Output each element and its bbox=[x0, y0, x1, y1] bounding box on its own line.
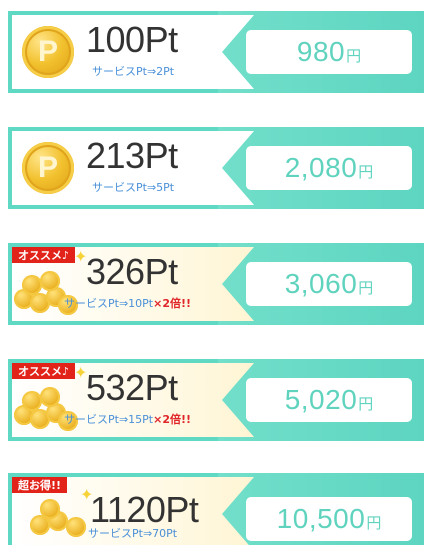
point-coin-icon: P bbox=[22, 26, 74, 78]
service-points-text: サービスPt⇒5Pt bbox=[92, 181, 175, 194]
price-value: 2,080 bbox=[284, 152, 358, 183]
currency-unit: 円 bbox=[358, 162, 374, 181]
price-value: 10,500 bbox=[276, 503, 366, 534]
service-points-text: サービスPt⇒2Pt bbox=[92, 65, 175, 78]
point-package-532[interactable]: オススメ♪ ✦ 532Pt サービスPt⇒15Pt×2倍!! 5,020 円 bbox=[8, 359, 424, 441]
recommend-badge: オススメ♪ bbox=[12, 247, 76, 263]
price-button[interactable]: 3,060 円 bbox=[246, 262, 412, 306]
price-value: 5,020 bbox=[284, 384, 358, 415]
coin-pile-icon bbox=[12, 491, 86, 543]
recommend-badge: オススメ♪ bbox=[12, 363, 76, 379]
points-amount: 213Pt bbox=[86, 135, 178, 176]
currency-unit: 円 bbox=[358, 278, 374, 297]
price-button[interactable]: 980 円 bbox=[246, 30, 412, 74]
points-amount: 100Pt bbox=[86, 19, 178, 60]
price-button[interactable]: 5,020 円 bbox=[246, 378, 412, 422]
service-points-text: サービスPt⇒10Pt×2倍!! bbox=[64, 297, 192, 310]
point-package-100[interactable]: P 100Pt サービスPt⇒2Pt 980 円 bbox=[8, 11, 424, 93]
price-button[interactable]: 2,080 円 bbox=[246, 146, 412, 190]
point-coin-icon: P bbox=[22, 142, 74, 194]
price-button[interactable]: 10,500 円 bbox=[246, 497, 412, 541]
points-amount: 532Pt bbox=[86, 367, 178, 408]
price-value: 980 bbox=[296, 36, 346, 67]
points-amount: 326Pt bbox=[86, 251, 178, 292]
service-points-text: サービスPt⇒15Pt×2倍!! bbox=[64, 413, 192, 426]
currency-unit: 円 bbox=[358, 394, 374, 413]
point-package-326[interactable]: オススメ♪ ✦ 326Pt サービスPt⇒10Pt×2倍!! 3,060 円 bbox=[8, 243, 424, 325]
point-package-213[interactable]: P 213Pt サービスPt⇒5Pt 2,080 円 bbox=[8, 127, 424, 209]
currency-unit: 円 bbox=[346, 46, 362, 65]
currency-unit: 円 bbox=[366, 513, 382, 532]
deal-badge: 超お得!! bbox=[12, 477, 68, 493]
point-package-1120[interactable]: 超お得!! ✦ 1120Pt サービスPt⇒70Pt 10,500 円 bbox=[8, 473, 424, 545]
service-points-text: サービスPt⇒70Pt bbox=[88, 527, 178, 540]
price-value: 3,060 bbox=[284, 268, 358, 299]
